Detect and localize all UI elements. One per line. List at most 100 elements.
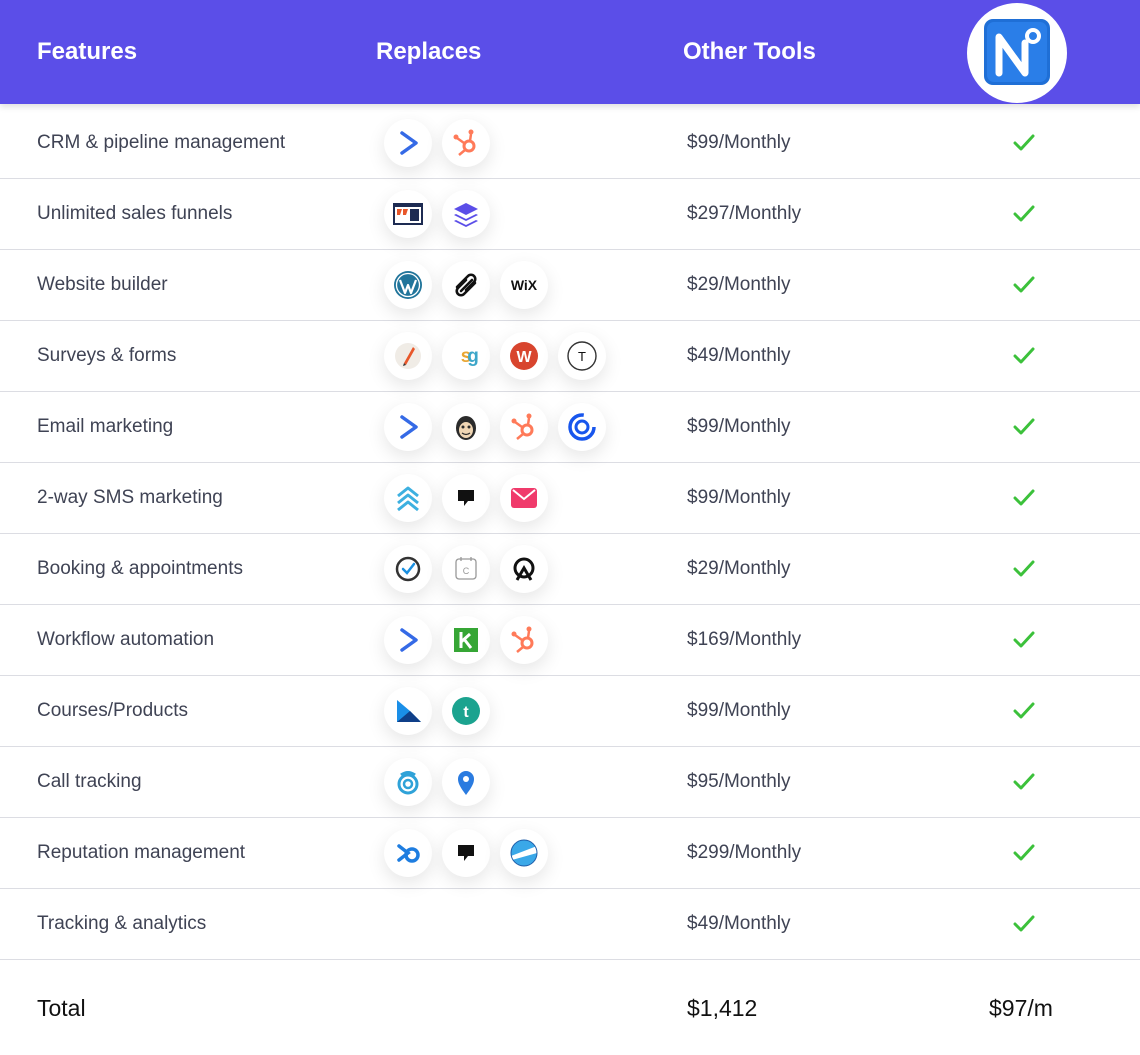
- brand-logo-icon: [967, 3, 1067, 103]
- checkmark-icon: [1013, 915, 1035, 932]
- acuity-icon: [500, 545, 548, 593]
- other-tools-price: $299/Monthly: [687, 842, 802, 863]
- checkmark-icon: [1013, 702, 1035, 719]
- callrail-icon: [384, 758, 432, 806]
- podium-icon: [442, 829, 490, 877]
- typeform-icon: T: [558, 332, 606, 380]
- included-check: [1012, 913, 1036, 935]
- teachable-icon: t: [442, 687, 490, 735]
- table-row: Tracking & analytics $49/Monthly: [0, 889, 1140, 960]
- other-tools-price: $99/Monthly: [687, 700, 791, 721]
- phone-pin-icon: [442, 758, 490, 806]
- included-check: [1012, 629, 1036, 651]
- header-features: Features: [37, 38, 138, 65]
- checkmark-icon: [1013, 631, 1035, 648]
- surveygizmo-icon: sg: [442, 332, 490, 380]
- other-tools-price: $49/Monthly: [687, 913, 791, 934]
- checkmark-icon: [1013, 844, 1035, 861]
- table-row: CRM & pipeline management $99/Monthly: [0, 108, 1140, 179]
- included-check: [1012, 558, 1036, 580]
- table-row: Call tracking $95/Monthly: [0, 747, 1140, 818]
- other-tools-price: $29/Monthly: [687, 558, 791, 579]
- included-check: [1012, 132, 1036, 154]
- svg-text:WiX: WiX: [511, 277, 538, 293]
- table-row: Surveys & forms s g W T $49/Monthly: [0, 321, 1140, 392]
- activecampaign-icon: [384, 119, 432, 167]
- table-row: Website builder WiX $29/Monthly: [0, 250, 1140, 321]
- feature-label: Booking & appointments: [37, 558, 243, 579]
- feature-label: Call tracking: [37, 771, 142, 792]
- total-row: Total $1,412 $97/m: [0, 961, 1140, 1052]
- yext-icon: [500, 829, 548, 877]
- included-check: [1012, 771, 1036, 793]
- total-other-tools: $1,412: [687, 995, 758, 1021]
- total-ours: $97/m: [989, 995, 1053, 1021]
- stacks-icon: [384, 474, 432, 522]
- table-header: Features Replaces Other Tools: [0, 0, 1140, 104]
- feature-label: Website builder: [37, 274, 168, 295]
- other-tools-price: $49/Monthly: [687, 345, 791, 366]
- checkmark-icon: [1013, 773, 1035, 790]
- included-check: [1012, 700, 1036, 722]
- other-tools-price: $169/Monthly: [687, 629, 802, 650]
- other-tools-price: $99/Monthly: [687, 487, 791, 508]
- feature-label: Surveys & forms: [37, 345, 177, 366]
- kajabi-icon: [384, 687, 432, 735]
- squarespace-icon: [442, 261, 490, 309]
- feature-label: CRM & pipeline management: [37, 132, 286, 153]
- checkmark-icon: [1013, 134, 1035, 151]
- checkmark-icon: [1013, 560, 1035, 577]
- checkmark-icon: [1013, 276, 1035, 293]
- table-row: Workflow automation $169/Monthly: [0, 605, 1140, 676]
- clickfunnels-icon: [384, 190, 432, 238]
- checkmark-clock-icon: [384, 545, 432, 593]
- other-tools-price: $29/Monthly: [687, 274, 791, 295]
- checkmark-icon: [1013, 489, 1035, 506]
- other-tools-price: $99/Monthly: [687, 416, 791, 437]
- feature-label: Reputation management: [37, 842, 246, 863]
- leadpages-icon: [442, 190, 490, 238]
- table-row: Email marketing $99/Monthly: [0, 392, 1140, 463]
- other-tools-price: $297/Monthly: [687, 203, 802, 224]
- other-tools-price: $95/Monthly: [687, 771, 791, 792]
- wordpress-icon: [384, 261, 432, 309]
- total-label: Total: [37, 995, 86, 1021]
- included-check: [1012, 487, 1036, 509]
- svg-text:g: g: [467, 346, 479, 367]
- birdeye-icon: [384, 829, 432, 877]
- feature-label: Email marketing: [37, 416, 174, 437]
- included-check: [1012, 842, 1036, 864]
- header-other-tools: Other Tools: [683, 38, 816, 65]
- table-row: Reputation management $299/Monthly: [0, 818, 1140, 889]
- feature-label: Tracking & analytics: [37, 913, 207, 934]
- other-tools-price: $99/Monthly: [687, 132, 791, 153]
- keap-icon: [442, 616, 490, 664]
- table-row: Booking & appointments C $29/Monthly: [0, 534, 1140, 605]
- included-check: [1012, 274, 1036, 296]
- features-table: CRM & pipeline management $99/Monthly Unli…: [0, 108, 1140, 960]
- svg-text:C: C: [463, 566, 470, 576]
- checkmark-icon: [1013, 418, 1035, 435]
- checkmark-icon: [1013, 347, 1035, 364]
- mailchimp-icon: [442, 403, 490, 451]
- activecampaign-icon: [384, 403, 432, 451]
- feature-label: Courses/Products: [37, 700, 189, 721]
- checkmark-icon: [1013, 205, 1035, 222]
- mail-icon: [500, 474, 548, 522]
- hubspot-icon: [500, 403, 548, 451]
- svg-text:W: W: [516, 349, 532, 366]
- header-replaces: Replaces: [376, 38, 482, 65]
- constant-contact-icon: [558, 403, 606, 451]
- hubspot-icon: [442, 119, 490, 167]
- svg-text:t: t: [463, 704, 469, 721]
- table-row: 2-way SMS marketing $99/Monthly: [0, 463, 1140, 534]
- wix-icon: WiX: [500, 261, 548, 309]
- feature-label: Workflow automation: [37, 629, 215, 650]
- table-row: Courses/Products t $99/Monthly: [0, 676, 1140, 747]
- feature-label: Unlimited sales funnels: [37, 203, 233, 224]
- calendly-icon: C: [442, 545, 490, 593]
- included-check: [1012, 345, 1036, 367]
- table-row: Unlimited sales funnels $297/Monthly: [0, 179, 1140, 250]
- podium-icon: [442, 474, 490, 522]
- included-check: [1012, 203, 1036, 225]
